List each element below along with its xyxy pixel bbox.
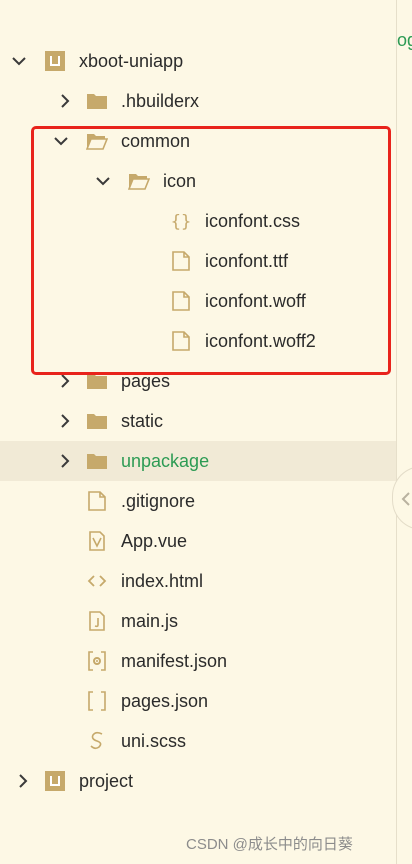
folder-open-icon: [86, 131, 108, 151]
file-icon: [86, 491, 108, 511]
tree-item-manifest-json[interactable]: manifest.json: [0, 641, 396, 681]
tree-item-hbuilderx[interactable]: .hbuilderx: [0, 81, 396, 121]
tree-item-unpackage[interactable]: unpackage: [0, 441, 396, 481]
html-file-icon: [86, 571, 108, 591]
tree-item-uni-scss[interactable]: uni.scss: [0, 721, 396, 761]
tree-item-label: App.vue: [121, 531, 188, 551]
folder-icon: [86, 371, 108, 391]
tree-item-label: iconfont.ttf: [205, 251, 289, 271]
chevron-right-icon[interactable]: [57, 373, 73, 389]
tree-item-label: uni.scss: [121, 731, 187, 751]
chevron-right-icon[interactable]: [57, 93, 73, 109]
panel-divider[interactable]: [396, 0, 397, 864]
tree-item-pages-json[interactable]: pages.json: [0, 681, 396, 721]
editor-peek-text: og: [397, 30, 412, 50]
tree-item-label: index.html: [121, 571, 204, 591]
css-file-icon: {}: [170, 211, 192, 231]
project-icon: [44, 51, 66, 71]
tree-item-label: static: [121, 411, 164, 431]
tree-item-label: common: [121, 131, 191, 151]
tree-item-icon-folder[interactable]: icon: [0, 161, 396, 201]
tree-item-label: unpackage: [121, 451, 210, 471]
file-icon: [170, 331, 192, 351]
tree-item-label: iconfont.css: [205, 211, 301, 231]
chevron-down-icon[interactable]: [11, 53, 27, 69]
folder-icon: [86, 91, 108, 111]
tree-item-iconfont-ttf[interactable]: iconfont.ttf: [0, 241, 396, 281]
file-icon: [170, 251, 192, 271]
tree-item-iconfont-woff[interactable]: iconfont.woff: [0, 281, 396, 321]
js-file-icon: [86, 611, 108, 631]
tree-item-app-vue[interactable]: App.vue: [0, 521, 396, 561]
tree-item-index-html[interactable]: index.html: [0, 561, 396, 601]
tree-item-label: project: [79, 771, 134, 791]
tree-item-label: xboot-uniapp: [79, 51, 184, 71]
project-explorer: xboot-uniapp .hbuilderx common icon {} i…: [0, 0, 396, 864]
tree-item-label: iconfont.woff2: [205, 331, 316, 351]
chevron-right-icon[interactable]: [57, 413, 73, 429]
svg-text:{}: {}: [171, 212, 191, 231]
tree-item-main-js[interactable]: main.js: [0, 601, 396, 641]
tree-item-static[interactable]: static: [0, 401, 396, 441]
folder-icon: [86, 451, 108, 471]
tree-item-label: manifest.json: [121, 651, 228, 671]
chevron-down-icon[interactable]: [53, 133, 69, 149]
manifest-file-icon: [86, 651, 108, 671]
chevron-right-icon[interactable]: [57, 453, 73, 469]
watermark: CSDN @成长中的向日葵: [186, 836, 353, 853]
tree-item-iconfont-css[interactable]: {} iconfont.css: [0, 201, 396, 241]
tree-item-label: .hbuilderx: [121, 91, 200, 111]
tree-item-xboot-uniapp[interactable]: xboot-uniapp: [0, 41, 396, 81]
tree-item-label: pages.json: [121, 691, 209, 711]
chevron-right-icon[interactable]: [15, 773, 31, 789]
folder-open-icon: [128, 171, 150, 191]
tree-item-label: iconfont.woff: [205, 291, 306, 311]
vue-file-icon: [86, 531, 108, 551]
folder-icon: [86, 411, 108, 431]
tree-item-project[interactable]: project: [0, 761, 396, 801]
tree-item-label: main.js: [121, 611, 179, 631]
tree-item-label: icon: [163, 171, 197, 191]
file-icon: [170, 291, 192, 311]
chevron-left-icon: [401, 492, 410, 506]
scss-file-icon: [86, 731, 108, 751]
json-file-icon: [86, 691, 108, 711]
project-icon: [44, 771, 66, 791]
tree-item-gitignore[interactable]: .gitignore: [0, 481, 396, 521]
tree-item-iconfont-woff2[interactable]: iconfont.woff2: [0, 321, 396, 361]
chevron-down-icon[interactable]: [95, 173, 111, 189]
tree-item-pages[interactable]: pages: [0, 361, 396, 401]
tree-item-label: pages: [121, 371, 171, 391]
tree-item-label: .gitignore: [121, 491, 196, 511]
tree-item-common[interactable]: common: [0, 121, 396, 161]
